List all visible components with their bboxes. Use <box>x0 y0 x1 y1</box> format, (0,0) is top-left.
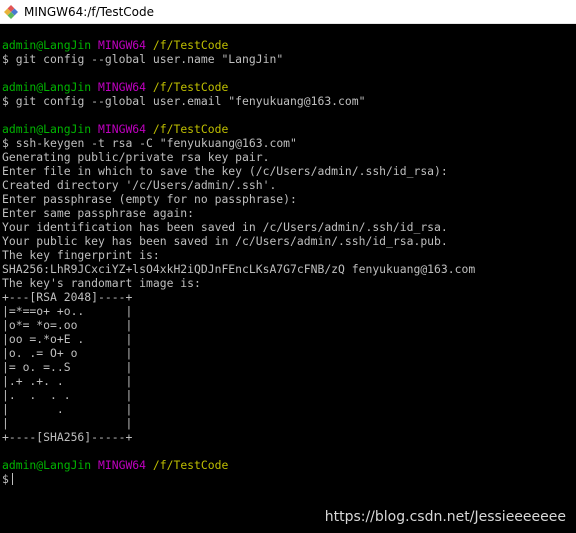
prompt-user-host: admin@LangJin <box>2 122 92 136</box>
output-line: |=*==o+ +o.. | <box>2 304 133 318</box>
output-line: |o. .= O+ o | <box>2 346 133 360</box>
prompt-line: admin@LangJin MINGW64 /f/TestCode <box>2 80 574 94</box>
prompt-path: /f/TestCode <box>152 38 229 52</box>
prompt-user-host: admin@LangJin <box>2 38 92 52</box>
output-line: Enter file in which to save the key (/c/… <box>2 164 448 178</box>
prompt-line: admin@LangJin MINGW64 /f/TestCode <box>2 38 574 52</box>
output-line: |.+ .+. . | <box>2 374 133 388</box>
output-line: +---[RSA 2048]----+ <box>2 290 133 304</box>
command-line: $ ssh-keygen -t rsa -C "fenyukuang@163.c… <box>2 136 574 150</box>
command-line: $ git config --global user.name "LangJin… <box>2 52 574 66</box>
prompt-symbol: $ <box>2 94 9 108</box>
output-line: The key fingerprint is: <box>2 248 160 262</box>
output-line: Generating public/private rsa key pair. <box>2 150 270 164</box>
prompt-symbol: $ <box>2 52 9 66</box>
prompt-path: /f/TestCode <box>152 458 229 472</box>
output-line: | . | <box>2 402 133 416</box>
command-line: $ git config --global user.email "fenyuk… <box>2 94 574 108</box>
watermark: https://blog.csdn.net/Jessieeeeeee <box>324 509 566 525</box>
output-line: +----[SHA256]-----+ <box>2 430 133 444</box>
output-line: Enter passphrase (empty for no passphras… <box>2 192 297 206</box>
output-line: Created directory '/c/Users/admin/.ssh'. <box>2 178 277 192</box>
output-line: |= o. =..S | <box>2 360 133 374</box>
command-text: git config --global user.name "LangJin" <box>15 52 284 66</box>
prompt-path: /f/TestCode <box>152 80 229 94</box>
prompt-symbol: $ <box>2 472 9 486</box>
input-line[interactable]: $ <box>2 472 574 486</box>
terminal-output[interactable]: admin@LangJin MINGW64 /f/TestCode $ git c… <box>0 24 576 533</box>
prompt-line: admin@LangJin MINGW64 /f/TestCode <box>2 458 574 472</box>
output-line: Enter same passphrase again: <box>2 206 195 220</box>
prompt-line: admin@LangJin MINGW64 /f/TestCode <box>2 122 574 136</box>
prompt-system: MINGW64 <box>98 38 147 52</box>
prompt-system: MINGW64 <box>98 458 147 472</box>
prompt-path: /f/TestCode <box>152 122 229 136</box>
prompt-system: MINGW64 <box>98 122 147 136</box>
output-line: Your identification has been saved in /c… <box>2 220 448 234</box>
output-line: Your public key has been saved in /c/Use… <box>2 234 448 248</box>
text-cursor <box>11 473 13 485</box>
command-text: ssh-keygen -t rsa -C "fenyukuang@163.com… <box>15 136 297 150</box>
output-line: |oo =.*o+E . | <box>2 332 133 346</box>
prompt-user-host: admin@LangJin <box>2 80 92 94</box>
prompt-system: MINGW64 <box>98 80 147 94</box>
output-line: The key's randomart image is: <box>2 276 201 290</box>
output-line: |o*= *o=.oo | <box>2 318 133 332</box>
title-bar[interactable]: MINGW64:/f/TestCode <box>0 0 576 24</box>
output-line: |. . . . | <box>2 388 133 402</box>
git-bash-diamond-icon <box>4 5 18 19</box>
terminal-lines: admin@LangJin MINGW64 /f/TestCode $ git c… <box>2 38 574 486</box>
prompt-user-host: admin@LangJin <box>2 458 92 472</box>
prompt-symbol: $ <box>2 136 9 150</box>
window-title: MINGW64:/f/TestCode <box>24 5 155 19</box>
output-line: SHA256:LhR9JCxciYZ+lsO4xkH2iQDJnFEncLKsA… <box>2 262 476 276</box>
output-line: | | <box>2 416 133 430</box>
command-text: git config --global user.email "fenyukua… <box>15 94 366 108</box>
